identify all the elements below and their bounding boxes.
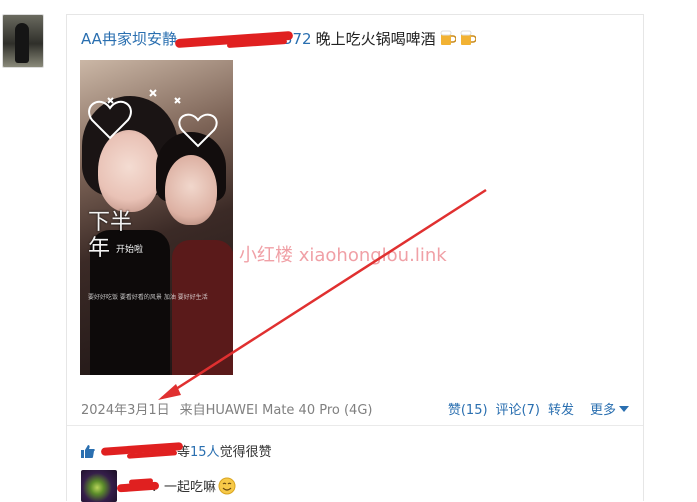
more-button[interactable]: 更多 (582, 403, 629, 418)
likes-suffix: 觉得很赞 (219, 445, 272, 460)
chevron-down-icon (619, 406, 629, 412)
more-label: 更多 (589, 403, 616, 418)
photo-overlay-title: 下半 年 开始啦 (88, 210, 144, 261)
overlay-title-line1: 下半 (88, 210, 133, 235)
post-date[interactable]: 2024年3月1日 (81, 403, 170, 418)
comment-text: ：一起吃嘛 (151, 476, 236, 495)
forward-button[interactable]: 转发 (548, 403, 574, 418)
heart-sticker-icon (88, 89, 218, 148)
post-photo[interactable]: 下半 年 开始啦 要好好吃饭 要看好看的风景 加油 要好好生活 (80, 60, 233, 375)
overlay-small-text: 开始啦 (116, 245, 144, 255)
overlay-caption: 要好好吃饭 要看好看的风景 加油 要好好生活 (88, 294, 208, 301)
post-text: 晚上吃火锅喝啤酒 (315, 30, 436, 48)
watermark: 小红楼 xiaohonglou.link (239, 245, 447, 266)
likes-count-link[interactable]: 15人 (190, 445, 220, 460)
photo-dress (172, 240, 233, 375)
post-card: AA冉家坝安静 572 晚上吃火锅喝啤酒 下半 年 开始啦 要好好吃饭 要看好看的风… (66, 14, 644, 502)
comment-body: ：一起吃嘛 (151, 480, 217, 495)
comment-button[interactable]: 评论(7) (496, 403, 540, 418)
post-meta: 2024年3月1日 来自HUAWEI Mate 40 Pro (4G) (81, 399, 372, 418)
divider (67, 425, 643, 426)
avatar-figure (15, 23, 29, 63)
sly-grin-icon (218, 477, 236, 495)
username-text: AA冉家坝安静 (81, 30, 177, 48)
post-actions: 赞(15) 评论(7) 转发 更多 (440, 399, 629, 418)
post-source: 来自HUAWEI Mate 40 Pro (4G) (179, 403, 373, 418)
beer-mug-icon (440, 30, 456, 45)
poster-avatar[interactable] (2, 14, 44, 68)
beer-mug-icon (460, 30, 476, 45)
like-button[interactable]: 赞(15) (448, 403, 488, 418)
thumbs-up-icon (81, 445, 95, 458)
commenter-avatar[interactable] (81, 470, 117, 502)
